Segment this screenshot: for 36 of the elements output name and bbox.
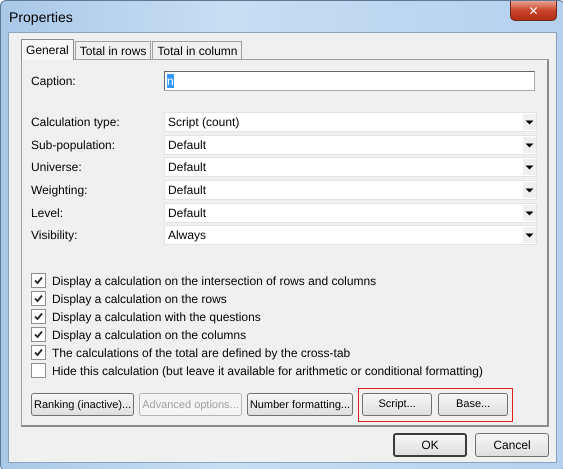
checkbox-label: Display a calculation with the questions (52, 310, 261, 324)
dropdown[interactable]: Default (164, 202, 537, 223)
checkbox-label: Display a calculation on the columns (52, 328, 246, 342)
button[interactable]: Ranking (inactive)... (31, 393, 134, 416)
tab[interactable]: Total in column (152, 41, 242, 59)
dropdown[interactable]: Default (164, 157, 537, 178)
checkbox-label: Display a calculation on the intersection of rows and columns (52, 274, 376, 288)
window-title: Properties (9, 8, 73, 24)
button[interactable]: Script... (362, 392, 432, 416)
dropdown[interactable]: Default (164, 134, 537, 155)
checkbox[interactable] (31, 309, 46, 324)
button[interactable]: Base... (438, 392, 508, 416)
field-label: Caption: (31, 74, 77, 88)
checkbox[interactable] (31, 363, 46, 378)
checkbox[interactable] (31, 291, 46, 306)
tab[interactable]: General (21, 39, 74, 60)
button[interactable]: Number formatting... (246, 393, 354, 416)
field-label: Sub-population: (31, 138, 116, 152)
checkbox-label: Display a calculation on the rows (52, 292, 227, 306)
field-label: Visibility: (31, 228, 78, 242)
field-label: Calculation type: (31, 115, 121, 130)
button[interactable]: Cancel (475, 433, 549, 457)
checkbox[interactable] (31, 273, 46, 288)
checkbox[interactable] (31, 345, 46, 360)
field-label: Level: (31, 206, 64, 220)
checkbox-label: Hide this calculation (but leave it available for arithmetic or conditional formatting) (52, 364, 483, 378)
field-label: Weighting: (31, 183, 88, 198)
field-label: Universe: (31, 160, 83, 174)
close-button[interactable]: ✕ (510, 1, 557, 21)
checkbox[interactable] (31, 327, 46, 342)
checkbox-label: The calculations of the total are defined by the cross-tab (52, 346, 350, 360)
dropdown[interactable]: Always (164, 225, 537, 246)
button[interactable]: OK (393, 433, 467, 457)
dropdown[interactable]: Default (164, 180, 537, 200)
dropdown[interactable]: Script (count) (164, 112, 537, 132)
tab[interactable]: Total in rows (74, 41, 152, 59)
